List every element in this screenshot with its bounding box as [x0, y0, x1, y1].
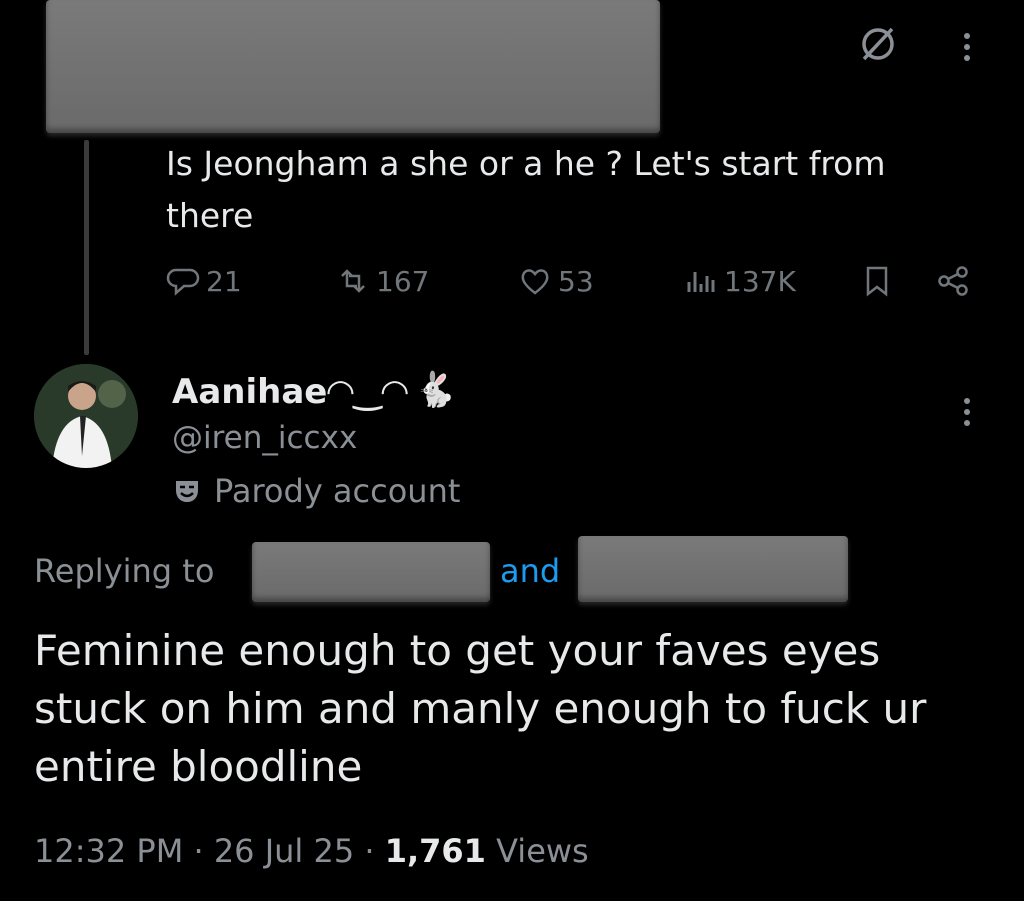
share-button[interactable]	[936, 264, 970, 298]
post-time: 12:32 PM	[34, 832, 184, 870]
like-button[interactable]: 53	[518, 264, 594, 298]
quoted-tweet-text: Is Jeongham a she or a he ? Let's start …	[166, 144, 886, 235]
more-icon[interactable]	[964, 393, 972, 431]
timestamp-row: 12:32 PM · 26 Jul 25 · 1,761 Views	[34, 832, 589, 870]
parody-mask-icon	[176, 481, 198, 502]
reply-button[interactable]: 21	[166, 264, 242, 298]
parody-badge: Parody account	[172, 472, 460, 510]
action-bar: 21 167 53 137K	[166, 264, 976, 304]
view-count: 1,761	[384, 832, 486, 870]
bookmark-button[interactable]	[860, 264, 894, 298]
views-count: 137K	[724, 264, 796, 298]
redacted-header	[46, 0, 660, 133]
share-icon	[938, 266, 968, 296]
post-date: 26 Jul 25	[213, 832, 355, 870]
display-name[interactable]: Aanihae◠‿◠	[172, 372, 408, 412]
reply-text: Feminine enough to get your faves eyes s…	[34, 626, 927, 791]
reply-icon	[166, 268, 200, 296]
like-count: 53	[558, 264, 594, 298]
retweet-icon	[341, 269, 365, 293]
grok-icon[interactable]	[858, 24, 898, 64]
redacted-mention-2	[578, 536, 848, 602]
views-icon	[687, 272, 715, 292]
user-handle[interactable]: @iren_iccxx	[172, 420, 357, 456]
avatar[interactable]	[34, 364, 138, 468]
replying-to-label: Replying to	[34, 552, 215, 590]
bunny-emoji: 🐇	[414, 370, 457, 410]
more-icon[interactable]	[964, 28, 972, 66]
like-icon	[521, 269, 549, 295]
retweet-count: 167	[376, 264, 430, 298]
retweet-button[interactable]: 167	[336, 264, 429, 298]
redacted-mention-1	[252, 542, 490, 602]
views-button[interactable]: 137K	[684, 264, 796, 298]
thread-line	[84, 140, 89, 355]
views-label: Views	[496, 832, 589, 870]
parody-label: Parody account	[214, 472, 461, 510]
and-label: and	[500, 552, 561, 590]
bookmark-icon	[866, 266, 888, 297]
reply-count: 21	[206, 264, 242, 298]
